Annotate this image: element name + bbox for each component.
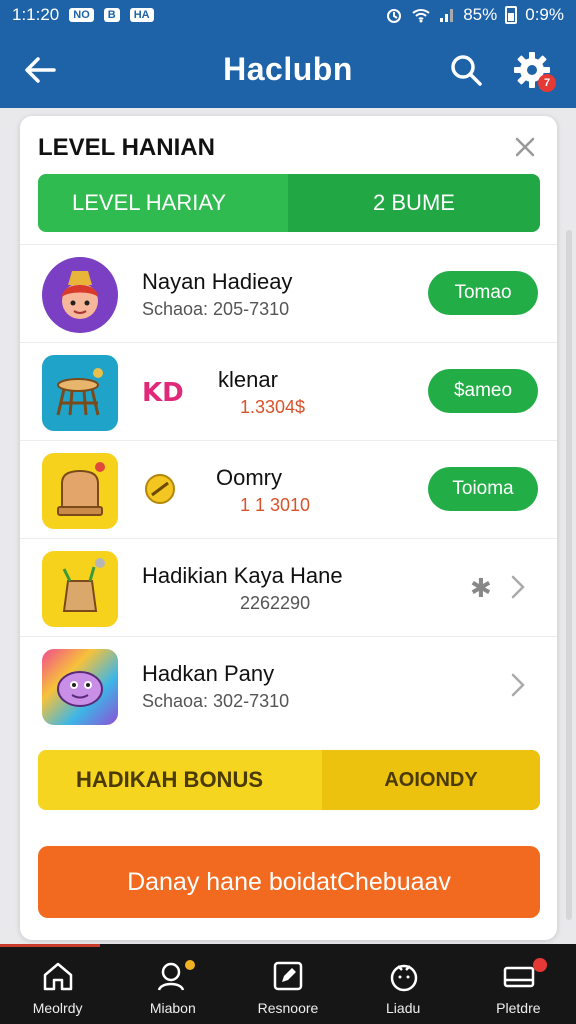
status-chip: HA	[129, 8, 154, 22]
battery-text: 85%	[463, 5, 498, 24]
chevron-right-icon[interactable]	[508, 571, 528, 603]
wifi-icon	[412, 9, 430, 23]
item-subtitle: 1.3304$	[240, 397, 306, 417]
signal-icon	[440, 9, 454, 22]
bottom-nav: Meolrdy Miabon Resnoore Liadu Pletdre	[0, 944, 576, 1024]
item-subtitle: Schaoa: 205-7310	[142, 299, 290, 319]
bonus-bar[interactable]: HADIKAH BONUS AOIONDY	[38, 750, 540, 810]
bonus-label: HADIKAH BONUS	[38, 750, 322, 810]
level-bar-left: LEVEL HARIAY	[38, 174, 288, 232]
item-name: Nayan Hadieay	[142, 269, 293, 294]
item-action-button[interactable]: $ameo	[428, 369, 538, 413]
notification-badge: 7	[538, 74, 556, 92]
item-subtitle: 1 1 3010	[240, 495, 311, 515]
bread-icon	[57, 462, 105, 516]
status-chip: B	[103, 8, 120, 22]
item-name: Oomry	[216, 465, 282, 490]
chevron-right-icon[interactable]	[508, 669, 528, 701]
status-time: 1:1:20	[12, 5, 60, 24]
app-title: Haclubn	[223, 50, 353, 87]
creature-icon	[57, 671, 103, 707]
character-icon	[390, 964, 417, 992]
item-name: Hadikian Kaya Hane	[142, 563, 343, 588]
character-icon	[62, 271, 98, 319]
list-item[interactable]: KD klenar 1.3304$ $ameo	[20, 342, 557, 440]
sack-icon	[62, 558, 105, 612]
nav-label: Resnoore	[257, 1000, 319, 1016]
nav-item-edit[interactable]: Resnoore	[230, 944, 345, 1024]
cta-button[interactable]: Danay hane boidatChebuaav	[38, 846, 540, 918]
nav-label: Miabon	[149, 1000, 196, 1016]
battery-icon	[505, 6, 518, 24]
nav-dot	[185, 960, 196, 970]
coin-icon	[145, 474, 175, 504]
status-bar: 1:1:20 NO B HA 85% 0:9%	[0, 0, 576, 30]
scrollbar[interactable]	[566, 230, 572, 920]
list-item[interactable]: Oomry 1 1 3010 Toioma	[20, 440, 557, 538]
close-icon[interactable]	[512, 134, 538, 160]
item-action-button[interactable]: Tomao	[428, 271, 538, 315]
kd-logo-text: KD	[142, 378, 184, 408]
level-bar-right: 2 BUME	[288, 174, 540, 232]
asterisk-icon: ✱	[470, 573, 492, 603]
nav-item-messages[interactable]: Pletdre	[461, 944, 576, 1024]
level-bar: LEVEL HARIAY 2 BUME	[38, 174, 540, 232]
nav-item-character[interactable]: Liadu	[346, 944, 461, 1024]
item-list: Nayan Hadieay Schaoa: 205-7310 Tomao KD …	[20, 244, 557, 734]
bonus-value: AOIONDY	[322, 750, 540, 810]
list-item[interactable]: Hadkan Pany Schaoa: 302-7310	[20, 636, 557, 734]
list-item[interactable]: Hadikian Kaya Hane 2262290 ✱	[20, 538, 557, 636]
kd-logo-icon: KD	[142, 378, 184, 408]
nav-label: Liadu	[386, 1000, 421, 1016]
card-title: LEVEL HANIAN	[38, 134, 215, 161]
nav-item-search[interactable]: Miabon	[115, 944, 230, 1024]
item-subtitle: 2262290	[240, 593, 311, 613]
edit-icon	[274, 961, 303, 991]
app-bar: Haclubn 7	[0, 30, 576, 108]
status-chip: NO	[69, 8, 94, 22]
alarm-icon	[387, 9, 402, 23]
home-icon	[43, 962, 73, 991]
avatar	[42, 649, 118, 725]
item-name: Hadkan Pany	[142, 661, 275, 686]
nav-notification-badge	[532, 958, 547, 972]
search-icon[interactable]	[446, 50, 486, 90]
avatar	[42, 355, 118, 431]
item-subtitle: Schaoa: 302-7310	[142, 691, 290, 711]
avatar	[42, 551, 118, 627]
nav-label: Pletdre	[496, 1000, 541, 1016]
stool-icon	[56, 368, 103, 416]
item-action-button[interactable]: Toioma	[428, 467, 538, 511]
level-card: LEVEL HANIAN LEVEL HARIAY 2 BUME Nayan H…	[20, 116, 557, 940]
status-clock-right: 0:9%	[525, 5, 564, 24]
avatar	[42, 257, 118, 333]
nav-label: Meolrdy	[32, 1000, 83, 1016]
message-icon	[503, 966, 534, 988]
avatar	[42, 453, 118, 529]
list-item[interactable]: Nayan Hadieay Schaoa: 205-7310 Tomao	[20, 244, 557, 342]
nav-item-home[interactable]: Meolrdy	[0, 944, 115, 1024]
item-name: klenar	[218, 367, 278, 392]
